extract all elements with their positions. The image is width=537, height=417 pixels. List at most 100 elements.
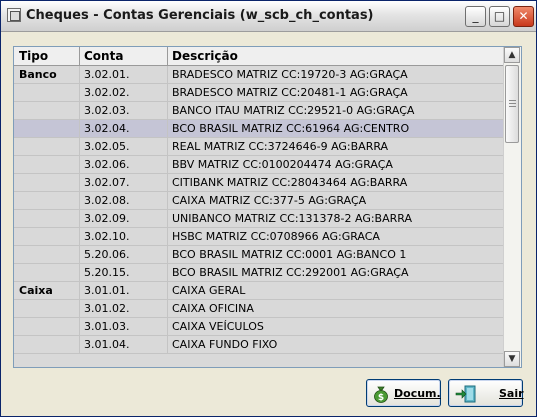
vertical-scrollbar[interactable]: ▲ ▼ <box>503 47 521 367</box>
cheques-window: Cheques - Contas Gerenciais (w_scb_ch_co… <box>0 0 537 417</box>
cell-divider <box>79 336 80 354</box>
cell-divider <box>79 174 80 192</box>
cell-divider <box>167 120 168 138</box>
cell-divider <box>167 210 168 228</box>
cell-divider <box>79 156 80 174</box>
table-row[interactable]: 3.02.06. BBV MATRIZ CC:0100204474 AG:GRAÇ… <box>14 156 504 174</box>
svg-text:$: $ <box>378 393 384 403</box>
cell-divider <box>79 120 80 138</box>
column-divider[interactable] <box>79 47 80 65</box>
scroll-down-button[interactable]: ▼ <box>504 351 520 367</box>
money-bag-icon: $ <box>374 386 388 403</box>
cell-descricao: BBV MATRIZ CC:0100204474 AG:GRAÇA <box>172 158 393 171</box>
cell-conta: 3.02.06. <box>84 158 130 171</box>
table-row[interactable]: 3.02.03. BANCO ITAU MATRIZ CC:29521-0 AG:… <box>14 102 504 120</box>
cell-conta: 3.02.04. <box>84 122 130 135</box>
cell-divider <box>79 192 80 210</box>
cell-descricao: CAIXA FUNDO FIXO <box>172 338 278 351</box>
cell-divider <box>79 300 80 318</box>
table-row[interactable]: 3.02.07. CITIBANK MATRIZ CC:28043464 AG:B… <box>14 174 504 192</box>
cell-descricao: BRADESCO MATRIZ CC:20481-1 AG:GRAÇA <box>172 86 408 99</box>
cell-conta: 3.02.05. <box>84 140 130 153</box>
cell-descricao: BANCO ITAU MATRIZ CC:29521-0 AG:GRAÇA <box>172 104 415 117</box>
table-row[interactable]: 3.02.05. REAL MATRIZ CC:3724646-9 AG:BARR… <box>14 138 504 156</box>
cell-conta: 3.02.03. <box>84 104 130 117</box>
cell-conta: 5.20.06. <box>84 248 130 261</box>
cell-descricao: HSBC MATRIZ CC:0708966 AG:GRACA <box>172 230 380 243</box>
accounts-grid[interactable]: Tipo Conta Descrição Banco 3.02.01. BRADES… <box>13 46 522 368</box>
cell-conta: 3.02.07. <box>84 176 130 189</box>
grid-rows: Banco 3.02.01. BRADESCO MATRIZ CC:19720-3 … <box>14 66 504 354</box>
cell-descricao: BRADESCO MATRIZ CC:19720-3 AG:GRAÇA <box>172 68 408 81</box>
minimize-button[interactable]: _ <box>465 6 486 27</box>
table-row[interactable]: Banco 3.02.01. BRADESCO MATRIZ CC:19720-3 … <box>14 66 504 84</box>
cell-divider <box>167 66 168 84</box>
cell-divider <box>167 174 168 192</box>
cell-conta: 3.02.01. <box>84 68 130 81</box>
column-header-descricao[interactable]: Descrição <box>172 49 238 63</box>
table-row[interactable]: 3.02.02. BRADESCO MATRIZ CC:20481-1 AG:GR… <box>14 84 504 102</box>
cell-tipo: Banco <box>19 68 57 81</box>
cell-descricao: CAIXA OFICINA <box>172 302 254 315</box>
cell-divider <box>167 246 168 264</box>
cell-conta: 3.02.08. <box>84 194 130 207</box>
cell-divider <box>79 228 80 246</box>
cell-divider <box>79 66 80 84</box>
docum-button[interactable]: $ Docum. <box>366 379 441 407</box>
cell-divider <box>167 102 168 120</box>
cell-divider <box>167 264 168 282</box>
column-divider[interactable] <box>167 47 168 65</box>
table-row[interactable]: 5.20.15. BCO BRASIL MATRIZ CC:292001 AG:G… <box>14 264 504 282</box>
table-row[interactable]: 3.02.08. CAIXA MATRIZ CC:377-5 AG:GRAÇA <box>14 192 504 210</box>
close-button[interactable]: ✕ <box>513 6 534 27</box>
cell-divider <box>79 282 80 300</box>
scroll-up-button[interactable]: ▲ <box>504 47 520 63</box>
exit-door-icon <box>455 385 476 403</box>
cell-divider <box>167 156 168 174</box>
cell-divider <box>167 282 168 300</box>
title-bar[interactable]: Cheques - Contas Gerenciais (w_scb_ch_co… <box>1 1 536 32</box>
table-row[interactable]: 3.01.02. CAIXA OFICINA <box>14 300 504 318</box>
table-row[interactable]: 3.02.04. BCO BRASIL MATRIZ CC:61964 AG:CE… <box>14 120 504 138</box>
app-icon[interactable] <box>7 8 21 22</box>
cell-conta: 5.20.15. <box>84 266 130 279</box>
cell-descricao: CAIXA MATRIZ CC:377-5 AG:GRAÇA <box>172 194 367 207</box>
cell-divider <box>167 192 168 210</box>
cell-descricao: UNIBANCO MATRIZ CC:131378-2 AG:BARRA <box>172 212 412 225</box>
scroll-thumb[interactable] <box>505 65 519 143</box>
maximize-button[interactable]: □ <box>489 6 510 27</box>
cell-descricao: CITIBANK MATRIZ CC:28043464 AG:BARRA <box>172 176 408 189</box>
column-header-tipo[interactable]: Tipo <box>19 49 48 63</box>
cell-divider <box>167 228 168 246</box>
cell-conta: 3.01.04. <box>84 338 130 351</box>
cell-descricao: BCO BRASIL MATRIZ CC:61964 AG:CENTRO <box>172 122 410 135</box>
table-row[interactable]: 5.20.06. BCO BRASIL MATRIZ CC:0001 AG:BAN… <box>14 246 504 264</box>
grip-line <box>509 103 516 104</box>
cell-divider <box>79 138 80 156</box>
cell-tipo: Caixa <box>19 284 53 297</box>
cell-divider <box>167 318 168 336</box>
cell-conta: 3.01.01. <box>84 284 130 297</box>
cell-descricao: REAL MATRIZ CC:3724646-9 AG:BARRA <box>172 140 389 153</box>
cell-descricao: CAIXA GERAL <box>172 284 246 297</box>
table-row[interactable]: 3.01.04. CAIXA FUNDO FIXO <box>14 336 504 354</box>
table-row[interactable]: 3.02.10. HSBC MATRIZ CC:0708966 AG:GRACA <box>14 228 504 246</box>
cell-conta: 3.02.09. <box>84 212 130 225</box>
table-row[interactable]: Caixa 3.01.01. CAIXA GERAL <box>14 282 504 300</box>
cell-conta: 3.01.02. <box>84 302 130 315</box>
sair-label: Sair <box>499 387 524 400</box>
column-header-conta[interactable]: Conta <box>84 49 123 63</box>
cell-conta: 3.01.03. <box>84 320 130 333</box>
cell-divider <box>79 102 80 120</box>
cell-descricao: BCO BRASIL MATRIZ CC:292001 AG:GRAÇA <box>172 266 409 279</box>
table-row[interactable]: 3.01.03. CAIXA VEÍCULOS <box>14 318 504 336</box>
sair-button[interactable]: Sair <box>448 379 524 407</box>
table-row[interactable]: 3.02.09. UNIBANCO MATRIZ CC:131378-2 AG:B… <box>14 210 504 228</box>
cell-divider <box>167 138 168 156</box>
cell-divider <box>167 336 168 354</box>
grip-line <box>509 106 516 107</box>
grip-line <box>509 100 516 101</box>
cell-conta: 3.02.02. <box>84 86 130 99</box>
docum-label: Docum. <box>394 387 441 400</box>
cell-divider <box>167 300 168 318</box>
